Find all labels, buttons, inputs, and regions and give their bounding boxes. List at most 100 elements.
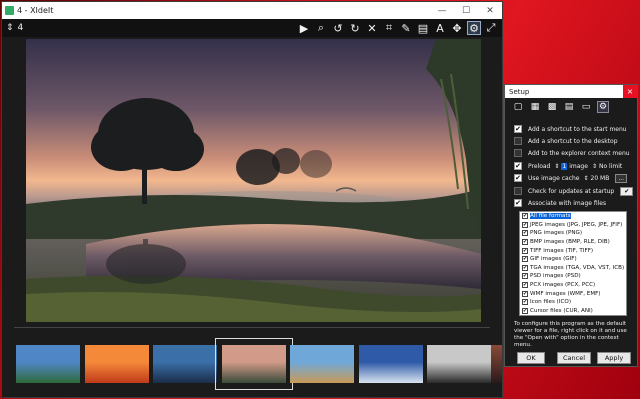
option-context-menu[interactable]: Add to the explorer context menu [514, 147, 630, 159]
page-stepper-icon[interactable]: ⇕ [6, 23, 14, 33]
preload-checkbox[interactable]: ✔ [514, 162, 522, 170]
setup-title-bar[interactable]: Setup × [505, 85, 637, 98]
assoc-checkbox[interactable]: ✔ [522, 239, 528, 246]
fullscreen-icon[interactable]: ⤢ [484, 21, 498, 35]
preload-unit: image [569, 162, 588, 170]
assoc-checkbox[interactable]: ✔ [522, 307, 528, 314]
minimize-button[interactable]: — [430, 6, 454, 16]
assoc-label: Cursor files (CUR, ANI) [530, 307, 593, 314]
thumb-lake[interactable] [153, 345, 217, 383]
option-preload[interactable]: ✔ Preload ⇕ 1 image ⇕ No limit [514, 160, 622, 172]
assoc-label: PSD images (PSD) [530, 273, 581, 280]
rotate-left-icon[interactable]: ↺ [331, 21, 345, 35]
apply-button[interactable]: Apply [597, 352, 631, 364]
option-desktop[interactable]: Add a shortcut to the desktop [514, 135, 618, 147]
ok-button[interactable]: OK [517, 352, 545, 364]
assoc-item[interactable]: ✔ All file formats [520, 212, 626, 221]
cache-browse-button[interactable]: ... [615, 173, 628, 183]
tab-settings-icon[interactable]: ⚙ [597, 100, 609, 113]
zoom-icon[interactable]: ⌕ [314, 21, 328, 35]
thumb-city[interactable] [290, 345, 354, 383]
start-menu-label: Add a shortcut to the start menu [528, 125, 627, 133]
assoc-label: PCX images (PCX, PCC) [530, 282, 596, 289]
file-association-list[interactable]: ✔ All file formats ✔ JPEG images (JPG, JPEG… [519, 211, 627, 316]
setup-close-button[interactable]: × [623, 85, 637, 98]
assoc-checkbox[interactable]: ✔ [522, 290, 528, 297]
cache-label: Use image cache [528, 174, 580, 182]
delete-icon[interactable]: ✕ [365, 21, 379, 35]
assoc-label: TGA images (TGA, VDA, VST, ICB) [530, 264, 625, 271]
paint-icon[interactable]: ✎ [399, 21, 413, 35]
thumb-sunrise[interactable] [214, 338, 293, 390]
image-viewport[interactable] [2, 37, 502, 327]
assoc-item[interactable]: ✔ GIF images (GIF) [520, 255, 626, 264]
play-icon[interactable]: ▶ [297, 21, 311, 35]
assoc-item[interactable]: ✔ Icon files (ICO) [520, 298, 626, 307]
title-bar[interactable]: 4 - XIdeIt — ☐ ✕ [2, 2, 502, 19]
assoc-label: TIFF images (TIF, TIFF) [530, 247, 594, 254]
assoc-checkbox[interactable]: ✔ [522, 273, 528, 280]
maximize-button[interactable]: ☐ [454, 6, 478, 16]
thumb-lighthouse[interactable] [16, 345, 80, 383]
assoc-checkbox[interactable]: ✔ [522, 282, 528, 289]
start-menu-checkbox[interactable]: ✔ [514, 125, 522, 133]
tab-folder-icon[interactable]: ▭ [580, 101, 592, 113]
preload-label: Preload [528, 162, 551, 170]
assoc-item[interactable]: ✔ TIFF images (TIF, TIFF) [520, 246, 626, 255]
context-label: Add to the explorer context menu [528, 149, 630, 157]
assoc-label: WMF images (WMF, EMF) [530, 290, 601, 297]
assoc-item[interactable]: ✔ PCX images (PCX, PCC) [520, 281, 626, 290]
assoc-item[interactable]: ✔ PSD images (PSD) [520, 272, 626, 281]
preload-stepper-icon[interactable]: ⇕ [554, 163, 559, 170]
tab-general-icon[interactable]: ▢ [512, 101, 524, 113]
updates-label: Check for updates at startup [528, 187, 615, 195]
thumb-forest[interactable] [427, 345, 491, 383]
text-icon[interactable]: A [433, 21, 447, 35]
page-number[interactable]: 4 [18, 23, 24, 33]
tab-image-icon[interactable]: ▩ [546, 101, 558, 113]
desktop-label: Add a shortcut to the desktop [528, 137, 618, 145]
assoc-item[interactable]: ✔ WMF images (WMF, EMF) [520, 289, 626, 298]
thumb-autumn[interactable] [84, 345, 149, 383]
tab-display-icon[interactable]: ▤ [563, 101, 575, 113]
assoc-checkbox[interactable]: ✔ [522, 221, 528, 228]
assoc-checkbox[interactable]: ✔ [522, 299, 528, 306]
thumb-coast[interactable] [358, 345, 423, 383]
info-icon[interactable]: ▤ [416, 21, 430, 35]
assoc-label: All file formats [530, 213, 571, 220]
preload-count[interactable]: 1 [561, 162, 568, 170]
adjust-icon[interactable]: ✥ [450, 21, 464, 35]
cache-stepper-icon[interactable]: ⇕ [583, 175, 588, 182]
thumb-partial[interactable] [491, 345, 502, 383]
assoc-checkbox[interactable]: ✔ [522, 264, 528, 271]
assoc-item[interactable]: ✔ JPEG images (JPG, JPEG, JPE, JFIF) [520, 221, 626, 230]
assoc-checkbox[interactable]: ✔ [522, 213, 528, 220]
assoc-item[interactable]: ✔ Cursor files (CUR, ANI) [520, 307, 626, 316]
option-updates[interactable]: Check for updates at startup ✔ [514, 185, 634, 197]
assoc-checkbox[interactable]: ✔ [522, 247, 528, 254]
context-checkbox[interactable] [514, 149, 522, 157]
desktop-checkbox[interactable] [514, 137, 522, 145]
rotate-right-icon[interactable]: ↻ [348, 21, 362, 35]
assoc-checkbox[interactable]: ✔ [522, 230, 528, 237]
option-associate[interactable]: ✔ Associate with image files [514, 197, 606, 209]
tab-copy-icon[interactable]: ▦ [529, 101, 541, 113]
setup-tabs: ▢ ▦ ▩ ▤ ▭ ⚙ [505, 98, 637, 115]
cache-checkbox[interactable]: ✔ [514, 174, 522, 182]
cancel-button[interactable]: Cancel [557, 352, 591, 364]
assoc-item[interactable]: ✔ TGA images (TGA, VDA, VST, ICB) [520, 264, 626, 273]
check-now-button[interactable]: ✔ [620, 186, 634, 196]
close-button[interactable]: ✕ [478, 6, 502, 16]
cache-size[interactable]: 20 MB [591, 175, 610, 182]
no-limit-stepper-icon[interactable]: ⇕ [592, 163, 597, 170]
assoc-label: Icon files (ICO) [530, 299, 572, 306]
option-cache[interactable]: ✔ Use image cache ⇕ 20 MB ... [514, 172, 628, 184]
assoc-item[interactable]: ✔ BMP images (BMP, RLE, DIB) [520, 238, 626, 247]
assoc-checkbox[interactable]: ✔ [522, 256, 528, 263]
assoc-item[interactable]: ✔ PNG images (PNG) [520, 229, 626, 238]
crop-icon[interactable]: ⌗ [382, 21, 396, 35]
settings-icon[interactable]: ⚙ [467, 21, 481, 35]
option-start-menu[interactable]: ✔ Add a shortcut to the start menu [514, 123, 627, 135]
associate-checkbox[interactable]: ✔ [514, 199, 522, 207]
updates-checkbox[interactable] [514, 187, 522, 195]
